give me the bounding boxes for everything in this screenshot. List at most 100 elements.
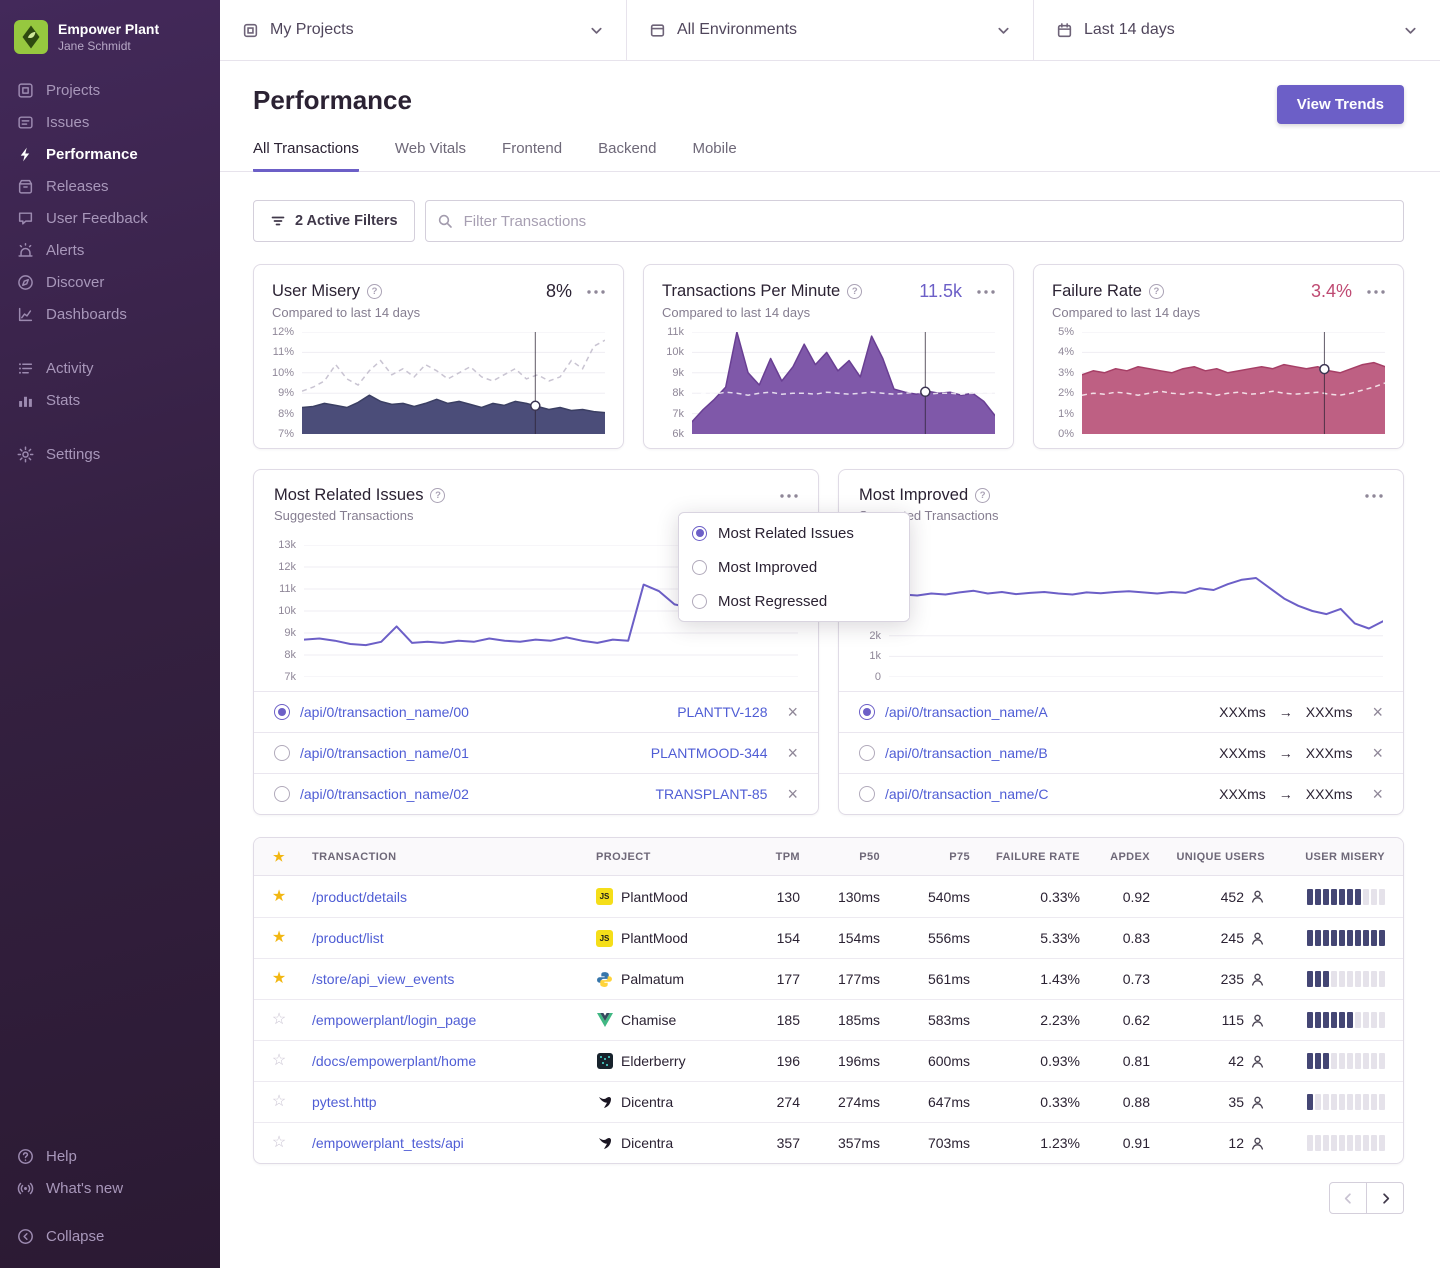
transaction-link[interactable]: /api/0/transaction_name/C <box>885 786 1209 802</box>
sidebar-item-user-feedback[interactable]: User Feedback <box>0 202 220 234</box>
sidebar-item-stats[interactable]: Stats <box>0 384 220 416</box>
row-radio[interactable] <box>692 560 707 575</box>
favorite-star-button[interactable]: ★ <box>272 889 286 905</box>
row-radio[interactable] <box>692 594 707 609</box>
view-trends-button[interactable]: View Trends <box>1277 85 1404 124</box>
tab-frontend[interactable]: Frontend <box>502 140 562 172</box>
help-icon[interactable]: ? <box>1149 284 1164 299</box>
close-icon[interactable]: × <box>787 744 798 762</box>
prev-page-button[interactable] <box>1329 1182 1367 1214</box>
row-radio[interactable] <box>859 704 875 720</box>
favorite-star-button[interactable]: ★ <box>272 930 286 946</box>
date-range-selector[interactable]: Last 14 days <box>1033 0 1440 60</box>
close-icon[interactable]: × <box>1372 744 1383 762</box>
org-switcher[interactable]: Empower Plant Jane Schmidt <box>0 12 220 74</box>
search-icon <box>437 213 453 229</box>
misery-bar <box>1323 1094 1329 1110</box>
issue-tag-link[interactable]: PLANTTV-128 <box>677 704 767 720</box>
row-radio[interactable] <box>274 786 290 802</box>
sidebar-item-dashboards[interactable]: Dashboards <box>0 298 220 330</box>
row-radio[interactable] <box>859 745 875 761</box>
help-icon[interactable]: ? <box>367 284 382 299</box>
favorite-star-button[interactable]: ★ <box>272 971 286 987</box>
favorite-star-button[interactable]: ☆ <box>272 1135 286 1151</box>
transaction-link[interactable]: /product/details <box>312 889 407 905</box>
more-options-icon[interactable] <box>977 290 995 294</box>
sidebar-item-what-s-new[interactable]: What's new <box>0 1172 220 1204</box>
sidebar-item-help[interactable]: Help <box>0 1140 220 1172</box>
active-filters-button[interactable]: 2 Active Filters <box>253 200 415 242</box>
sidebar-item-activity[interactable]: Activity <box>0 352 220 384</box>
transaction-link[interactable]: /store/api_view_events <box>312 971 454 987</box>
tab-all-transactions[interactable]: All Transactions <box>253 140 359 172</box>
close-icon[interactable]: × <box>1372 703 1383 721</box>
help-icon[interactable]: ? <box>847 284 862 299</box>
more-options-icon[interactable] <box>1367 290 1385 294</box>
close-icon[interactable]: × <box>1372 785 1383 803</box>
tab-web-vitals[interactable]: Web Vitals <box>395 140 466 172</box>
transaction-link[interactable]: /api/0/transaction_name/02 <box>300 786 645 802</box>
more-options-icon[interactable] <box>587 290 605 294</box>
favorite-star-button[interactable]: ☆ <box>272 1012 286 1028</box>
row-radio[interactable] <box>274 704 290 720</box>
transaction-link[interactable]: /api/0/transaction_name/00 <box>300 704 667 720</box>
transaction-link[interactable]: /product/list <box>312 930 384 946</box>
menu-item-most-related-issues[interactable]: Most Related Issues <box>679 516 909 550</box>
sidebar-item-performance[interactable]: Performance <box>0 138 220 170</box>
transaction-link[interactable]: /api/0/transaction_name/B <box>885 745 1209 761</box>
column-header: APDEX <box>1088 851 1158 863</box>
transactions-table: ★TRANSACTIONPROJECTTPMP50P75FAILURE RATE… <box>253 837 1404 1164</box>
transaction-link[interactable]: /docs/empowerplant/home <box>312 1053 476 1069</box>
more-options-icon[interactable] <box>1365 494 1383 498</box>
transaction-link[interactable]: /empowerplant/login_page <box>312 1012 476 1028</box>
row-radio[interactable] <box>274 745 290 761</box>
next-page-button[interactable] <box>1366 1182 1404 1214</box>
menu-item-most-improved[interactable]: Most Improved <box>679 550 909 584</box>
project-selector[interactable]: My Projects <box>220 0 626 60</box>
menu-item-most-regressed[interactable]: Most Regressed <box>679 584 909 618</box>
sidebar-item-releases[interactable]: Releases <box>0 170 220 202</box>
transaction-link[interactable]: pytest.http <box>312 1094 377 1110</box>
y-axis-label: 10% <box>272 367 294 379</box>
failure-rate-card-chart <box>1082 332 1385 434</box>
sidebar-item-label: Releases <box>46 178 109 195</box>
y-axis-label: 10k <box>666 346 684 358</box>
sidebar-item-issues[interactable]: Issues <box>0 106 220 138</box>
close-icon[interactable]: × <box>787 703 798 721</box>
card-value: 8% <box>546 281 572 302</box>
help-icon[interactable]: ? <box>430 488 445 503</box>
user-misery-bars <box>1273 1094 1403 1110</box>
sidebar-item-projects[interactable]: Projects <box>0 74 220 106</box>
sidebar-item-collapse[interactable]: Collapse <box>0 1220 220 1252</box>
close-icon[interactable]: × <box>787 785 798 803</box>
sidebar-item-settings[interactable]: Settings <box>0 438 220 470</box>
favorite-star-button[interactable]: ☆ <box>272 1053 286 1069</box>
transaction-search-input[interactable] <box>425 200 1404 242</box>
help-icon[interactable]: ? <box>975 488 990 503</box>
row-radio[interactable] <box>692 526 707 541</box>
issue-tag-link[interactable]: TRANSPLANT-85 <box>655 786 767 802</box>
environment-selector[interactable]: All Environments <box>626 0 1033 60</box>
user-icon <box>1250 1054 1265 1069</box>
p50-value: 274ms <box>808 1094 888 1110</box>
sidebar-item-discover[interactable]: Discover <box>0 266 220 298</box>
more-options-icon[interactable] <box>780 494 798 498</box>
transaction-link[interactable]: /api/0/transaction_name/A <box>885 704 1209 720</box>
issue-tag-link[interactable]: PLANTMOOD-344 <box>651 745 768 761</box>
misery-bar <box>1363 1012 1369 1028</box>
transaction-link[interactable]: /api/0/transaction_name/01 <box>300 745 641 761</box>
search-wrapper <box>425 200 1404 242</box>
filter-row: 2 Active Filters <box>253 200 1404 242</box>
row-radio[interactable] <box>859 786 875 802</box>
tab-mobile[interactable]: Mobile <box>692 140 736 172</box>
misery-bar <box>1307 1094 1313 1110</box>
transaction-link[interactable]: /empowerplant_tests/api <box>312 1135 464 1151</box>
panel-chart-row: 2k1k0 <box>839 535 1403 691</box>
column-header: UNIQUE USERS <box>1158 851 1273 863</box>
user-misery-bars <box>1273 1135 1403 1151</box>
app-root: Empower Plant Jane Schmidt ProjectsIssue… <box>0 0 1440 1268</box>
p50-value: 185ms <box>808 1012 888 1028</box>
favorite-star-button[interactable]: ☆ <box>272 1094 286 1110</box>
sidebar-item-alerts[interactable]: Alerts <box>0 234 220 266</box>
tab-backend[interactable]: Backend <box>598 140 656 172</box>
